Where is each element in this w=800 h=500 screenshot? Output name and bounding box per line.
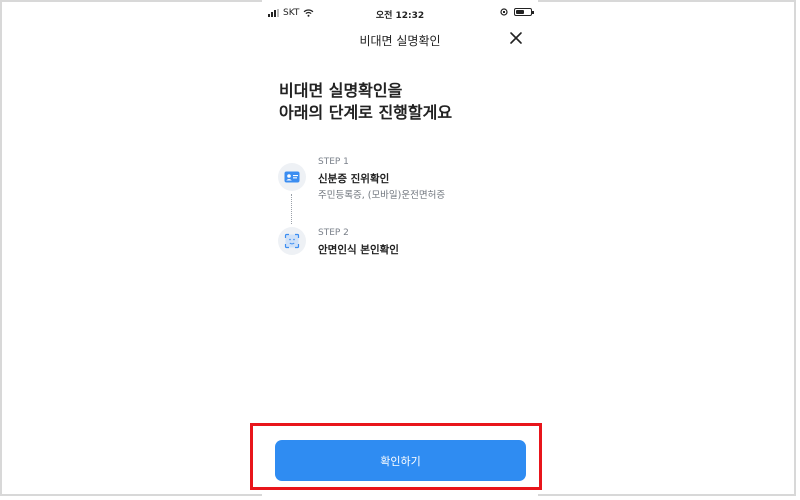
- heading-line-2: 아래의 단계로 진행할게요: [279, 103, 453, 122]
- close-icon[interactable]: [508, 30, 524, 46]
- face-scan-icon: [278, 227, 306, 255]
- status-bar: SKT 오전 12:32: [262, 6, 538, 22]
- page-heading: 비대면 실명확인을 아래의 단계로 진행할게요: [279, 80, 519, 124]
- step-2-title: 안면인식 본인확인: [318, 244, 399, 256]
- step-1-title: 신분증 진위확인: [318, 173, 390, 185]
- step-connector: [291, 194, 292, 224]
- orientation-lock-icon: [500, 8, 508, 16]
- step-2-label: STEP 2: [318, 228, 349, 238]
- status-time: 오전 12:32: [375, 11, 425, 21]
- confirm-button[interactable]: 확인하기: [275, 440, 526, 481]
- id-card-icon: [278, 163, 306, 191]
- status-right: [500, 8, 534, 16]
- nav-title: 비대면 실명확인: [359, 34, 441, 48]
- step-1-label: STEP 1: [318, 157, 349, 167]
- step-1-description: 주민등록증, (모바일)운전면허증: [318, 190, 446, 201]
- heading-line-1: 비대면 실명확인을: [279, 81, 403, 100]
- battery-icon: [514, 8, 534, 16]
